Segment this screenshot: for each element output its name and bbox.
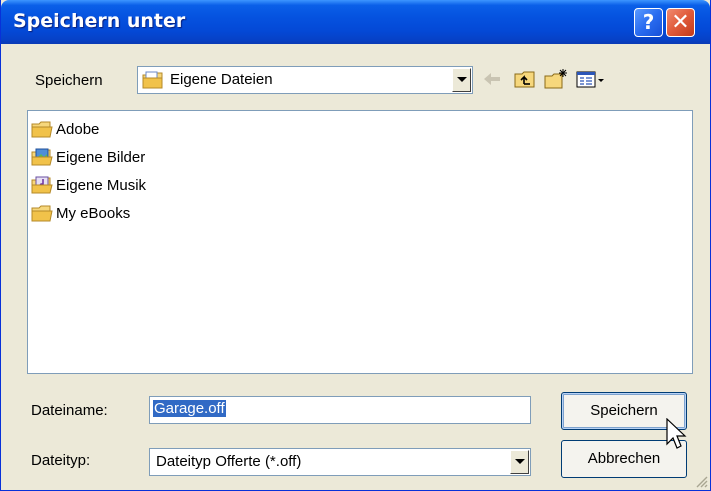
close-button[interactable]: ✕ [666, 8, 695, 37]
pictures-folder-icon [31, 148, 53, 166]
file-list[interactable]: Adobe Eigene Bilder Eigene Musik My eBoo… [27, 110, 693, 374]
filetype-combo[interactable]: Dateityp Offerte (*.off) [149, 448, 531, 476]
back-icon[interactable] [481, 68, 503, 90]
location-value: Eigene Dateien [170, 71, 273, 88]
help-button[interactable]: ? [634, 8, 663, 37]
resize-grip-icon[interactable] [694, 474, 708, 488]
folder-icon [31, 121, 53, 138]
location-combo[interactable]: Eigene Dateien [137, 66, 473, 94]
location-label: Speichern [35, 72, 103, 89]
window-title: Speichern unter [13, 10, 186, 32]
file-name: Eigene Bilder [56, 149, 146, 166]
save-as-dialog: Speichern unter ? ✕ Speichern Eigene Dat… [0, 0, 711, 491]
file-name: My eBooks [56, 205, 131, 222]
title-bar[interactable]: Speichern unter ? ✕ [1, 0, 710, 44]
up-folder-icon[interactable] [513, 68, 537, 90]
file-name: Adobe [56, 121, 100, 138]
pointer-cursor-icon [666, 418, 687, 449]
new-folder-icon[interactable] [543, 68, 569, 90]
music-folder-icon [31, 176, 53, 194]
view-menu-icon[interactable] [575, 68, 607, 90]
my-documents-folder-icon [142, 71, 163, 89]
location-dropdown-arrow[interactable] [452, 68, 471, 92]
filename-label: Dateiname: [31, 402, 108, 419]
file-name: Eigene Musik [56, 177, 147, 194]
filetype-value: Dateityp Offerte (*.off) [156, 453, 302, 470]
save-button-label: Speichern [590, 402, 658, 419]
filetype-dropdown-arrow[interactable] [510, 450, 529, 474]
filename-input[interactable]: Garage.off [149, 396, 531, 424]
filename-value: Garage.off [153, 400, 226, 417]
filetype-label: Dateityp: [31, 452, 91, 469]
folder-icon [31, 205, 53, 222]
